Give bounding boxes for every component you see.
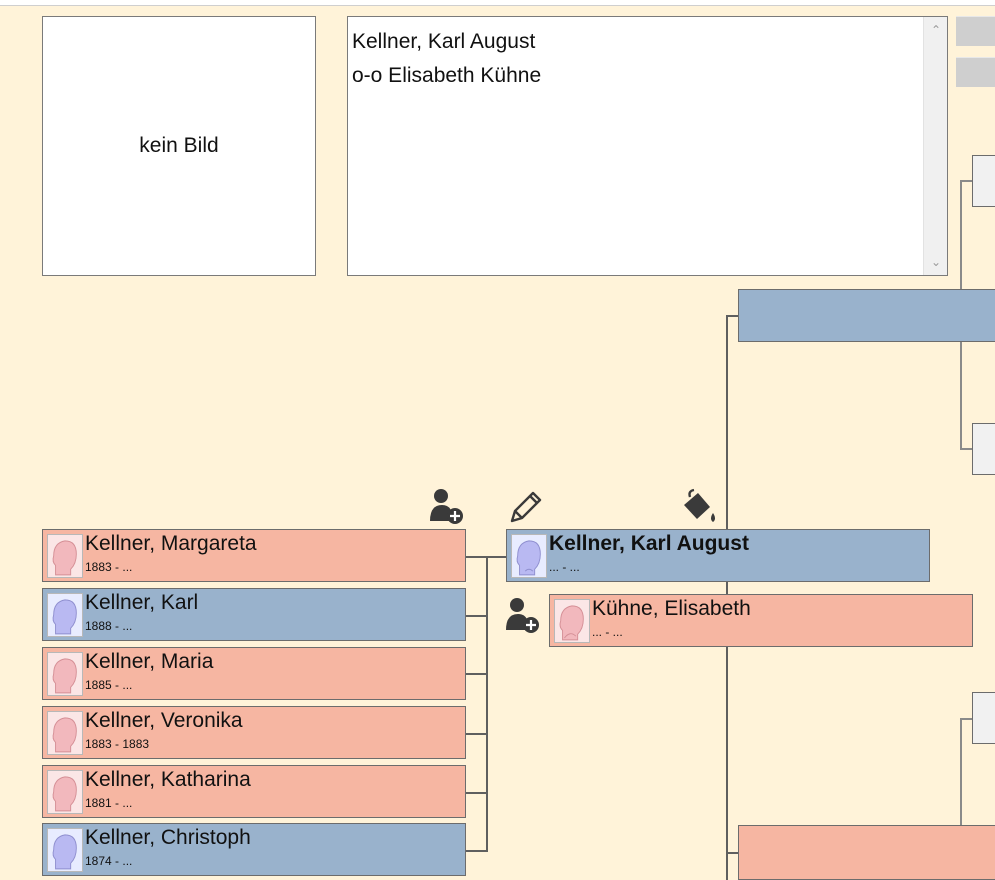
male-silhouette-icon bbox=[47, 828, 83, 872]
male-silhouette-icon bbox=[511, 534, 547, 578]
tree-line bbox=[960, 180, 972, 182]
add-person-icon[interactable] bbox=[428, 487, 468, 527]
person-dates: 1883 - 1883 bbox=[85, 737, 150, 751]
children-connector-vertical bbox=[486, 556, 488, 852]
child-connector bbox=[466, 792, 486, 794]
female-silhouette-icon bbox=[47, 534, 83, 578]
add-person-icon[interactable] bbox=[504, 596, 544, 636]
female-silhouette-icon bbox=[47, 711, 83, 755]
focus-person-box[interactable]: Kellner, Karl August ... - ... bbox=[506, 529, 930, 582]
person-dates: 1881 - ... bbox=[85, 796, 133, 810]
scroll-up-icon[interactable]: ⌃ bbox=[924, 23, 948, 37]
person-dates: 1883 - ... bbox=[85, 560, 133, 574]
notes-scrollbar[interactable]: ⌃ ⌄ bbox=[923, 17, 947, 275]
person-name: Kellner, Katharina bbox=[85, 768, 251, 791]
side-button-1[interactable] bbox=[956, 16, 995, 46]
person-name: Kellner, Maria bbox=[85, 650, 214, 673]
children-connector-link bbox=[486, 556, 506, 558]
paint-bucket-icon[interactable] bbox=[680, 487, 720, 527]
notes-line: o-o Elisabeth Kühne bbox=[352, 64, 542, 87]
person-name: Kellner, Karl bbox=[85, 591, 199, 614]
person-name: Kellner, Karl August bbox=[549, 532, 749, 555]
tree-line bbox=[960, 448, 972, 450]
child-connector bbox=[466, 673, 486, 675]
child-connector bbox=[466, 615, 486, 617]
tree-line bbox=[960, 718, 972, 720]
person-name: Kellner, Margareta bbox=[85, 532, 257, 555]
parent-box-mother[interactable] bbox=[738, 825, 995, 880]
photo-placeholder[interactable]: kein Bild bbox=[42, 16, 316, 276]
child-box[interactable]: Kellner, Veronika 1883 - 1883 bbox=[42, 706, 466, 759]
female-silhouette-icon bbox=[554, 599, 590, 643]
child-box[interactable]: Kellner, Maria 1885 - ... bbox=[42, 647, 466, 700]
child-box[interactable]: Kellner, Margareta 1883 - ... bbox=[42, 529, 466, 582]
child-box[interactable]: Kellner, Karl 1888 - ... bbox=[42, 588, 466, 641]
child-box[interactable]: Kellner, Katharina 1881 - ... bbox=[42, 765, 466, 818]
person-dates: ... - ... bbox=[592, 625, 623, 639]
scroll-down-icon[interactable]: ⌄ bbox=[924, 255, 948, 269]
person-name: Kühne, Elisabeth bbox=[592, 597, 751, 620]
person-dates: 1888 - ... bbox=[85, 619, 133, 633]
pencil-icon[interactable] bbox=[506, 487, 546, 527]
child-connector bbox=[466, 850, 486, 852]
grandparent-box[interactable] bbox=[972, 423, 995, 475]
tree-line bbox=[726, 852, 738, 854]
female-silhouette-icon bbox=[47, 652, 83, 696]
tree-line bbox=[726, 315, 738, 317]
person-dates: 1874 - ... bbox=[85, 854, 133, 868]
side-button-2[interactable] bbox=[956, 57, 995, 87]
top-toolbar-edge bbox=[0, 0, 995, 6]
child-connector bbox=[466, 733, 486, 735]
photo-placeholder-label: kein Bild bbox=[139, 134, 219, 157]
male-silhouette-icon bbox=[47, 593, 83, 637]
notes-line: Kellner, Karl August bbox=[352, 30, 536, 53]
female-silhouette-icon bbox=[47, 770, 83, 814]
spouse-box[interactable]: Kühne, Elisabeth ... - ... bbox=[549, 594, 973, 647]
child-box[interactable]: Kellner, Christoph 1874 - ... bbox=[42, 823, 466, 876]
notes-text: Kellner, Karl August o-o Elisabeth Kühne bbox=[352, 25, 541, 93]
person-name: Kellner, Christoph bbox=[85, 826, 251, 849]
person-dates: 1885 - ... bbox=[85, 678, 133, 692]
grandparent-box[interactable] bbox=[972, 155, 995, 207]
person-name: Kellner, Veronika bbox=[85, 709, 243, 732]
child-connector bbox=[466, 556, 486, 558]
grandparent-box[interactable] bbox=[972, 692, 995, 744]
person-dates: ... - ... bbox=[549, 560, 580, 574]
parent-box-father[interactable] bbox=[738, 289, 995, 342]
notes-textarea[interactable]: Kellner, Karl August o-o Elisabeth Kühne… bbox=[347, 16, 948, 276]
family-tree-view: kein Bild Kellner, Karl August o-o Elisa… bbox=[0, 0, 995, 880]
